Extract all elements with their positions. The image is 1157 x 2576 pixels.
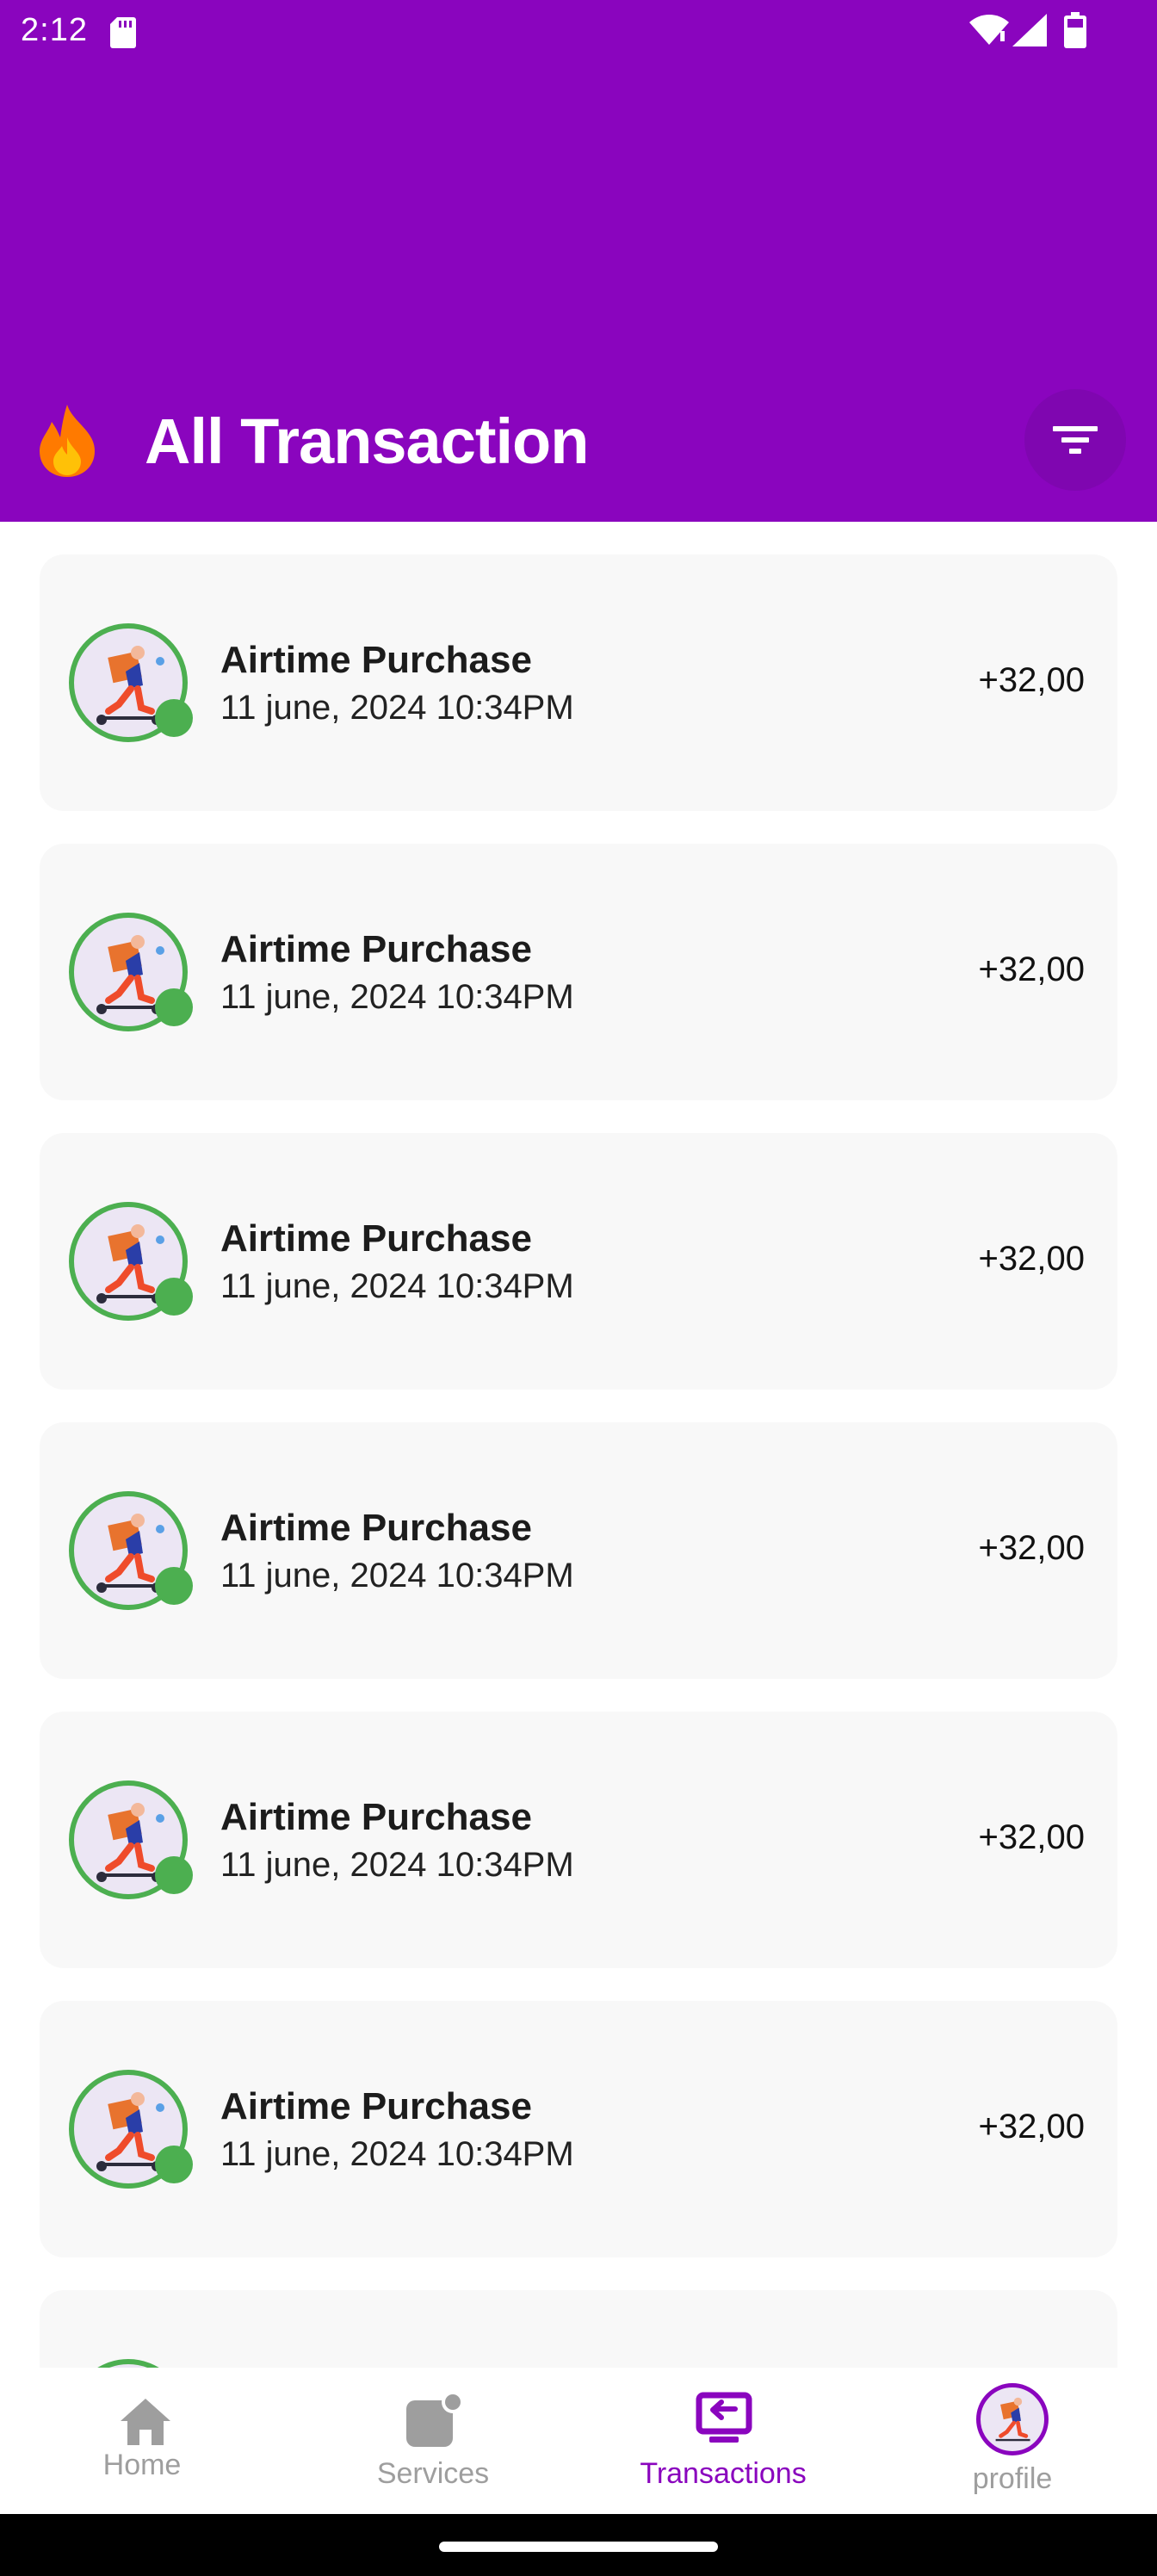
status-dot: [155, 2146, 193, 2183]
fire-icon: [40, 405, 95, 477]
transaction-title: Airtime Purchase: [220, 1796, 532, 1838]
transaction-card[interactable]: Airtime Purchase 11 june, 2024 10:34PM +…: [40, 554, 1117, 811]
transaction-list[interactable]: Airtime Purchase 11 june, 2024 10:34PM +…: [0, 522, 1157, 2368]
transaction-amount: +32,00: [978, 1529, 1085, 1567]
transaction-card-partial[interactable]: [40, 2290, 1117, 2368]
nav-profile[interactable]: profile: [868, 2368, 1157, 2514]
transaction-title: Airtime Purchase: [220, 2085, 532, 2127]
transaction-date: 11 june, 2024 10:34PM: [220, 1557, 574, 1595]
page-title: All Transaction: [145, 406, 589, 477]
sd-card-icon: [110, 17, 136, 48]
transaction-avatar: [69, 1780, 193, 1899]
status-bar: 2:12: [0, 0, 1157, 65]
transaction-title: Airtime Purchase: [220, 1217, 532, 1260]
transaction-card[interactable]: Airtime Purchase 11 june, 2024 10:34PM +…: [40, 844, 1117, 1100]
header: 2:12 All Transaction: [0, 0, 1157, 522]
transaction-amount: +32,00: [978, 951, 1085, 988]
nav-transactions[interactable]: Transactions: [578, 2368, 868, 2514]
profile-illustration-icon: [995, 2397, 1030, 2442]
avatar: [976, 2383, 1049, 2455]
wifi-icon: [969, 15, 1009, 45]
transaction-avatar: [69, 2359, 188, 2368]
home-icon: [121, 2399, 170, 2445]
services-icon: [406, 2392, 461, 2447]
transaction-title: Airtime Purchase: [220, 639, 532, 681]
nav-label-transactions: Transactions: [640, 2457, 807, 2490]
filter-icon: [1053, 426, 1098, 454]
filter-button[interactable]: [1024, 389, 1126, 491]
status-dot: [155, 699, 193, 737]
transaction-avatar: [69, 1491, 193, 1610]
status-dot: [155, 1856, 193, 1894]
transaction-amount: +32,00: [978, 1240, 1085, 1278]
signal-icon: [1012, 14, 1047, 46]
transaction-amount: +32,00: [978, 661, 1085, 699]
transaction-title: Airtime Purchase: [220, 1507, 532, 1549]
title-row: All Transaction: [0, 389, 1157, 492]
status-dot: [155, 988, 193, 1026]
system-navigation-bar: [0, 2514, 1157, 2576]
transaction-card[interactable]: Airtime Purchase 11 june, 2024 10:34PM +…: [40, 2001, 1117, 2257]
transaction-amount: +32,00: [978, 1818, 1085, 1856]
transaction-card[interactable]: Airtime Purchase 11 june, 2024 10:34PM +…: [40, 1712, 1117, 1968]
transaction-date: 11 june, 2024 10:34PM: [220, 689, 574, 727]
bottom-navigation: Home Services Transactions profile: [0, 2368, 1157, 2514]
transaction-date: 11 june, 2024 10:34PM: [220, 2135, 574, 2173]
transaction-card[interactable]: Airtime Purchase 11 june, 2024 10:34PM +…: [40, 1422, 1117, 1679]
transaction-card[interactable]: Airtime Purchase 11 june, 2024 10:34PM +…: [40, 1133, 1117, 1390]
status-dot: [155, 1567, 193, 1605]
gesture-handle[interactable]: [439, 2542, 718, 2552]
battery-icon: [1064, 12, 1086, 48]
transaction-avatar: [69, 623, 193, 742]
transaction-date: 11 june, 2024 10:34PM: [220, 1846, 574, 1884]
transaction-avatar: [69, 1202, 193, 1321]
nav-services[interactable]: Services: [289, 2368, 578, 2514]
nav-label-home: Home: [102, 2449, 182, 2481]
transaction-date: 11 june, 2024 10:34PM: [220, 978, 574, 1016]
status-dot: [155, 1278, 193, 1316]
nav-label-services: Services: [376, 2457, 490, 2490]
transaction-date: 11 june, 2024 10:34PM: [220, 1267, 574, 1305]
status-time: 2:12: [21, 12, 88, 48]
transaction-avatar: [69, 913, 193, 1031]
transaction-avatar: [69, 2070, 193, 2189]
nav-home[interactable]: Home: [0, 2368, 289, 2514]
nav-label-profile: profile: [972, 2462, 1053, 2495]
transaction-amount: +32,00: [978, 2108, 1085, 2146]
transaction-title: Airtime Purchase: [220, 928, 532, 970]
transactions-icon: [696, 2392, 752, 2443]
